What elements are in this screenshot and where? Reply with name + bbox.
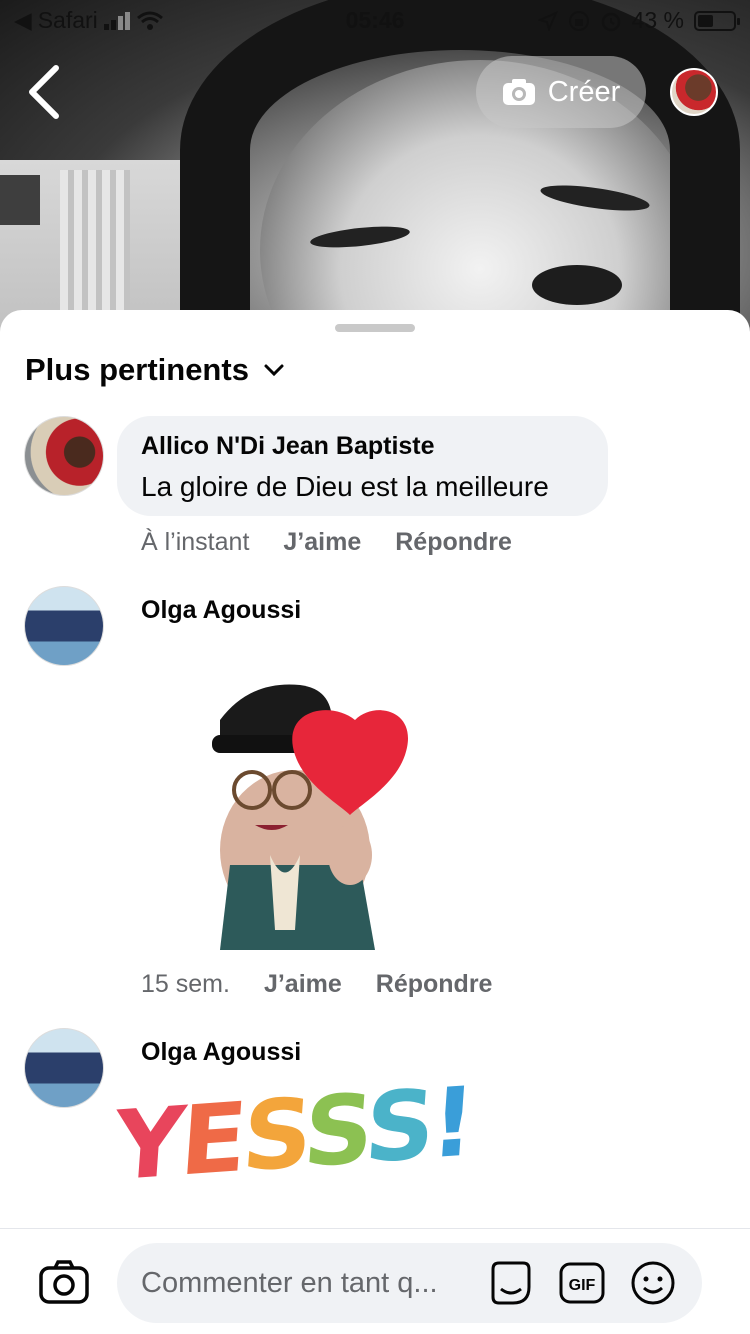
comment-bubble[interactable]: Allico N'Di Jean Baptiste La gloire de D… [117,416,608,516]
sticker-icon[interactable] [487,1259,535,1307]
sort-label: Plus pertinents [25,352,249,387]
profile-avatar[interactable] [670,68,718,116]
battery-percent: 43 % [631,7,684,33]
comment-actions: 15 sem. J’aime Répondre [141,970,492,999]
create-label: Créer [547,75,621,108]
rotation-lock-icon [568,10,589,31]
yess-sticker[interactable]: YESSS! [111,1066,475,1228]
comment-author[interactable]: Olga Agoussi [141,596,301,625]
sort-dropdown[interactable]: Plus pertinents [25,352,285,388]
comment-time: 15 sem. [141,970,230,998]
back-chevron-icon[interactable] [20,60,70,124]
camera-icon [502,79,535,105]
battery-icon [694,10,740,31]
create-button[interactable]: Créer [476,56,646,128]
camera-icon[interactable] [38,1259,90,1305]
gif-icon[interactable]: GIF [558,1259,606,1307]
yess-sticker-text: YESSS! [110,1065,475,1203]
comment-input[interactable] [141,1243,481,1323]
emoji-icon[interactable] [629,1259,677,1307]
alarm-icon [601,12,620,31]
avatar[interactable] [24,416,104,496]
avatar[interactable] [24,586,104,666]
avatar[interactable] [24,1028,104,1108]
comment-text: La gloire de Dieu est la meilleure [141,471,549,502]
sheet-grabber[interactable] [335,324,415,332]
comments-sheet: Plus pertinents Allico N'Di Jean Baptist… [0,310,750,1334]
svg-text:GIF: GIF [569,1277,596,1294]
comment-time: À l’instant [141,528,250,556]
status-bar: ◀ Safari 05:46 43 % [0,0,750,40]
comment-input-box[interactable]: GIF [117,1243,702,1323]
heart-sticker[interactable] [190,680,420,950]
reply-button[interactable]: Répondre [376,970,493,999]
comment-composer: GIF [0,1228,750,1334]
like-button[interactable]: J’aime [264,970,342,999]
post-photo [0,0,750,360]
chevron-down-icon [264,364,284,377]
comment-author[interactable]: Olga Agoussi [141,1038,301,1067]
reply-button[interactable]: Répondre [395,528,512,557]
location-arrow-icon [537,10,558,31]
comment-author[interactable]: Allico N'Di Jean Baptiste [141,432,584,461]
comment-actions: À l’instant J’aime Répondre [141,528,512,557]
like-button[interactable]: J’aime [283,528,361,557]
